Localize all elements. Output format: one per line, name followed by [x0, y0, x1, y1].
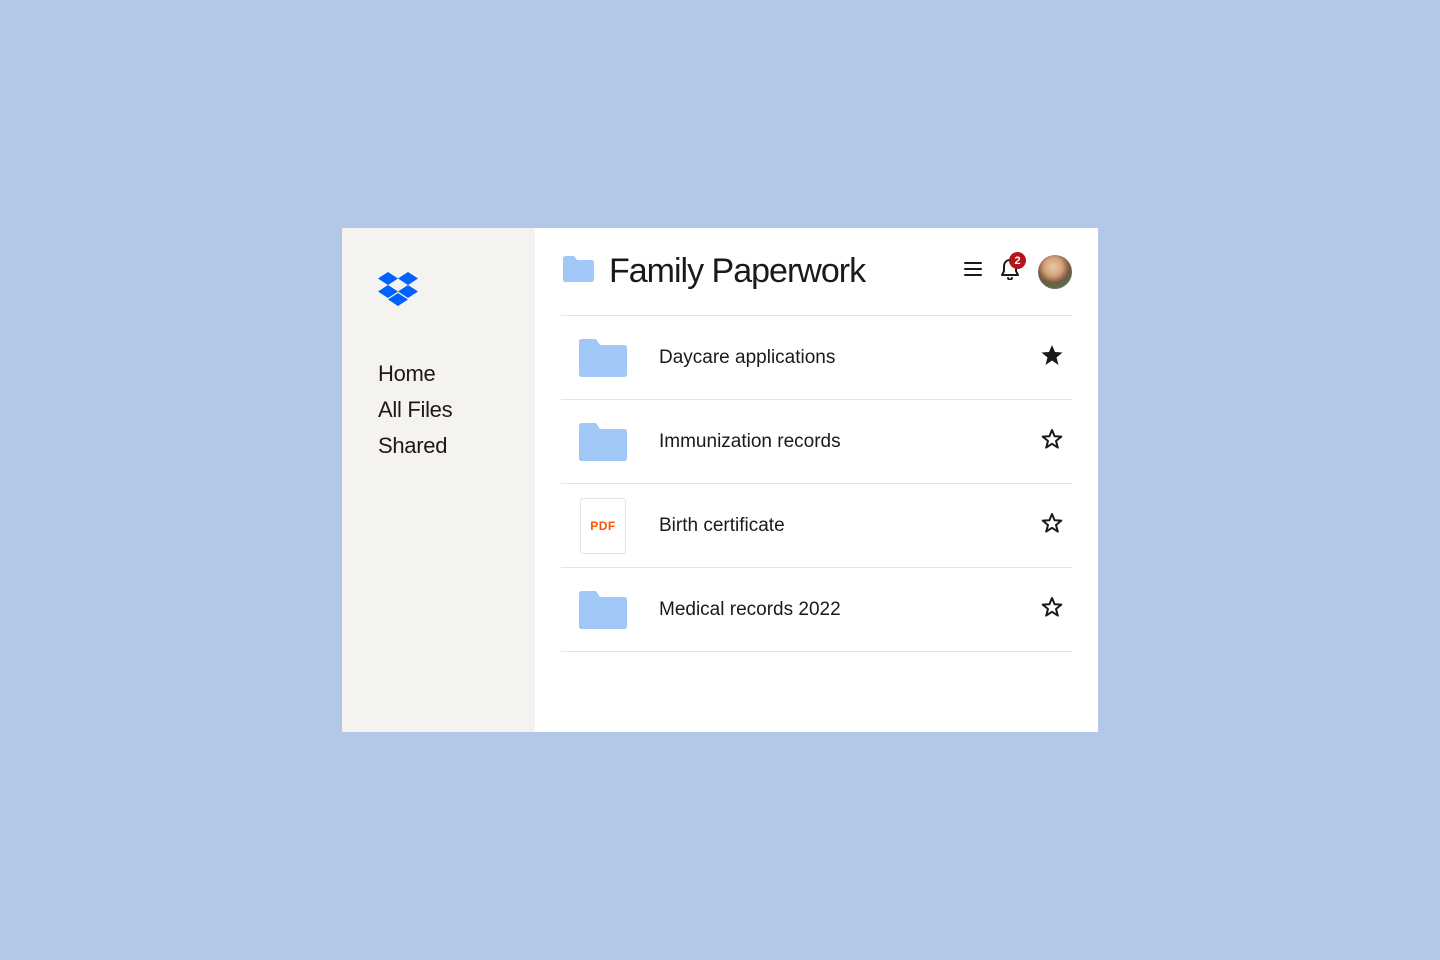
list-item[interactable]: Medical records 2022: [561, 568, 1072, 652]
folder-icon: [577, 337, 629, 379]
item-name: Medical records 2022: [659, 599, 1006, 621]
star-button[interactable]: [1036, 591, 1068, 628]
folder-icon: [561, 255, 595, 288]
dropbox-icon: [378, 272, 418, 306]
sidebar-item-all-files[interactable]: All Files: [378, 397, 535, 423]
item-name: Birth certificate: [659, 515, 1006, 537]
list-item[interactable]: PDF Birth certificate: [561, 484, 1072, 568]
star-button[interactable]: [1036, 339, 1068, 376]
star-filled-icon: [1040, 343, 1064, 367]
header: Family Paperwork 2: [561, 252, 1072, 315]
star-button[interactable]: [1036, 423, 1068, 460]
avatar[interactable]: [1038, 255, 1072, 289]
folder-icon: [577, 421, 629, 463]
item-name: Immunization records: [659, 431, 1006, 453]
file-list: Daycare applications Immunization record…: [561, 315, 1072, 652]
main-panel: Family Paperwork 2 Daycare applications: [535, 228, 1098, 732]
list-item[interactable]: Daycare applications: [561, 316, 1072, 400]
sidebar-nav: Home All Files Shared: [378, 361, 535, 459]
star-outline-icon: [1040, 595, 1064, 619]
sidebar-item-shared[interactable]: Shared: [378, 433, 535, 459]
notification-badge: 2: [1009, 252, 1026, 269]
sidebar-item-home[interactable]: Home: [378, 361, 535, 387]
item-name: Daycare applications: [659, 347, 1006, 369]
dropbox-logo[interactable]: [378, 272, 535, 311]
menu-icon[interactable]: [964, 261, 982, 282]
list-item[interactable]: Immunization records: [561, 400, 1072, 484]
header-actions: 2: [964, 255, 1072, 289]
page-title: Family Paperwork: [609, 252, 950, 291]
star-outline-icon: [1040, 427, 1064, 451]
pdf-file-icon: PDF: [577, 498, 629, 554]
star-outline-icon: [1040, 511, 1064, 535]
notifications-button[interactable]: 2: [1000, 258, 1020, 285]
star-button[interactable]: [1036, 507, 1068, 544]
folder-icon: [577, 589, 629, 631]
sidebar: Home All Files Shared: [342, 228, 535, 732]
app-window: Home All Files Shared Family Paperwork 2: [342, 228, 1098, 732]
